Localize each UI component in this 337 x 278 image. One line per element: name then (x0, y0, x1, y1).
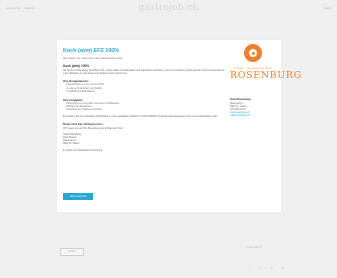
skills-list: Abgeschlossene Lehre als Koch EFZ Freude… (63, 84, 225, 93)
job-content: Koch (w/m) EFZ 100% Wir suchen per sofor… (63, 46, 225, 152)
tasks-list: Zubereitung von à-la-carte Gerichten und… (63, 103, 225, 112)
contact-heading: Dann sind Sie richtig bei uns. (63, 122, 104, 127)
company-email-link[interactable]: info@rosenburg.ch (230, 114, 277, 117)
closing-text: Ihr Team vom Restaurant Rosenburg (63, 148, 103, 152)
company-name: Hotel Rosenburg (230, 98, 251, 101)
contact-address: Hotel Rosenburg Hans Muster Rosenweg 1 9… (63, 133, 81, 146)
twitter-icon[interactable]: t (259, 266, 263, 270)
job-title: Koch (w/m) EFZ 100% (63, 48, 120, 54)
job-card: Koch (w/m) EFZ 100% Wir suchen per sofor… (57, 40, 302, 212)
job-subtitle: Koch (w/m) 100% (63, 64, 90, 68)
linkedin-icon[interactable]: in (270, 266, 274, 270)
job-description: Als Koch im Rosenburg verwöhnen Sie unse… (63, 69, 225, 76)
tasks-heading: Ihre Aufgaben: (63, 97, 84, 102)
site-logo[interactable]: gastrojob.ch (0, 3, 337, 13)
facebook-icon[interactable]: f (248, 266, 252, 270)
top-bar: Jobsuche · Inserat gastrojob.ch Menü (0, 0, 337, 18)
flower-icon (244, 44, 262, 62)
list-item: Flexibilität und Belastbarkeit (65, 91, 225, 94)
offer-text: Es erwartet Sie ein vielseitiger Arbeits… (63, 114, 219, 118)
company-address: Rosenweg 1 9000 St. Gallen 071 000 00 00 (230, 102, 247, 112)
mail-icon[interactable]: ✉ (281, 266, 285, 270)
list-item: Einhaltung der Hygienevorschriften (65, 109, 225, 112)
company-logo: hôtel · restaurant zum ROSENBURG (230, 44, 302, 92)
job-intro: Wir suchen per sofort oder nach Vereinba… (63, 57, 124, 60)
social-icons: f t in ✉ (248, 256, 287, 274)
menu-link[interactable]: Menü (323, 6, 331, 10)
skills-heading: Ihre Kompetenzen: (63, 79, 90, 84)
company-sidebar: hôtel · restaurant zum ROSENBURG Hotel R… (230, 44, 302, 117)
logo-wordmark: ROSENBURG (230, 70, 302, 81)
apply-button[interactable]: Jetzt bewerben (63, 193, 93, 200)
copyright-text: © gastrojob.ch (246, 246, 263, 249)
contact-text: Wir freuen uns auf Ihre Bewerbung per E-… (63, 127, 124, 131)
back-button[interactable]: Zurück (60, 248, 84, 256)
